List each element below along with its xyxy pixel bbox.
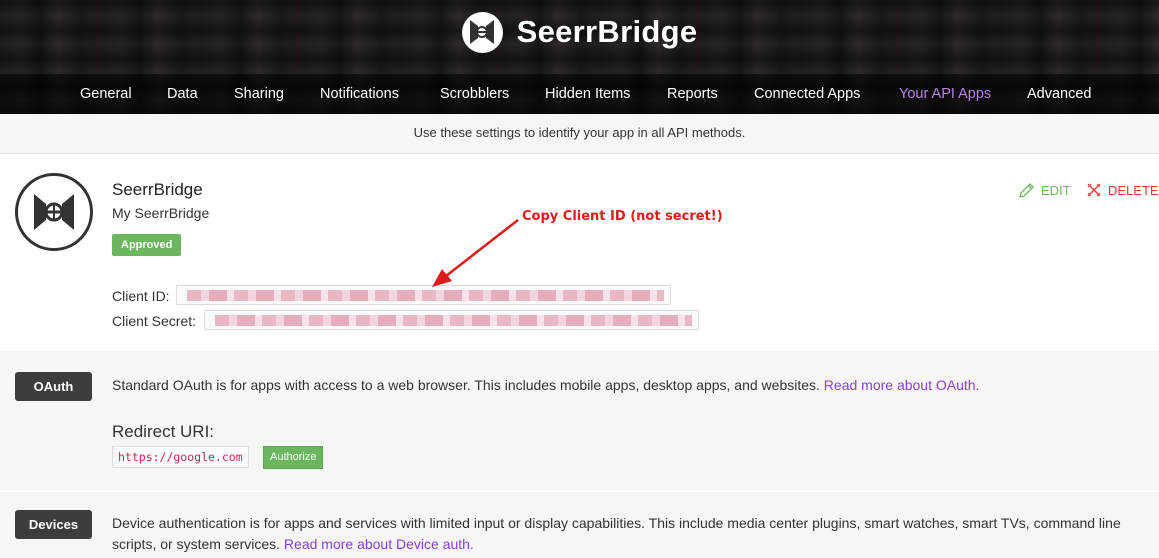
- oauth-section: OAuth Standard OAuth is for apps with ac…: [0, 351, 1159, 490]
- redirect-uri-heading: Redirect URI:: [112, 422, 215, 441]
- oauth-description: Standard OAuth is for apps with access t…: [112, 375, 1142, 396]
- delete-label: DELETE: [1108, 182, 1159, 198]
- tie-fighter-icon: [461, 11, 503, 53]
- authorize-button[interactable]: Authorize: [263, 446, 324, 469]
- app-logo-icon: [15, 173, 93, 251]
- app-description: My SeerrBridge: [112, 205, 210, 221]
- client-id-field[interactable]: [176, 285, 671, 305]
- nav-notifications[interactable]: Notifications: [320, 86, 399, 102]
- pencil-icon: [1019, 183, 1034, 198]
- devices-section: Devices Device authentication is for app…: [0, 490, 1159, 558]
- nav-advanced[interactable]: Advanced: [1027, 86, 1092, 102]
- devices-pill: Devices: [15, 510, 92, 539]
- nav-hidden-items[interactable]: Hidden Items: [545, 86, 630, 102]
- settings-nav: General Data Sharing Notifications Scrob…: [0, 74, 1159, 114]
- status-badge: Approved: [112, 234, 182, 256]
- nav-scrobblers[interactable]: Scrobblers: [440, 86, 509, 102]
- client-id-label: Client ID:: [112, 288, 170, 304]
- app-name: SeerrBridge: [112, 180, 203, 199]
- brand-name: SeerrBridge: [516, 14, 698, 49]
- close-icon: [1087, 183, 1101, 197]
- edit-label: EDIT: [1041, 183, 1071, 198]
- client-secret-label: Client Secret:: [112, 313, 197, 329]
- client-secret-field[interactable]: [204, 310, 699, 330]
- annotation-text: Copy Client ID (not secret!): [522, 209, 723, 224]
- nav-sharing[interactable]: Sharing: [234, 86, 284, 102]
- oauth-read-more-link[interactable]: Read more about OAuth.: [824, 377, 980, 393]
- nav-general[interactable]: General: [80, 86, 132, 102]
- client-secret-redacted: [215, 315, 692, 326]
- edit-button[interactable]: EDIT: [1018, 182, 1071, 199]
- nav-data[interactable]: Data: [167, 86, 198, 102]
- info-bar: Use these settings to identify your app …: [0, 114, 1159, 154]
- oauth-text: Standard OAuth is for apps with access t…: [112, 377, 820, 393]
- devices-description: Device authentication is for apps and se…: [112, 513, 1142, 555]
- app-card: SeerrBridge My SeerrBridge Approved EDIT…: [0, 154, 1159, 351]
- devices-read-more-link[interactable]: Read more about Device auth.: [284, 536, 474, 552]
- brand[interactable]: SeerrBridge: [0, 10, 1159, 54]
- devices-text: Device authentication is for apps and se…: [112, 515, 1121, 552]
- site-header: SeerrBridge General Data Sharing Notific…: [0, 0, 1159, 114]
- client-id-redacted: [187, 290, 664, 301]
- delete-button[interactable]: DELETE: [1086, 182, 1159, 198]
- oauth-pill: OAuth: [15, 372, 92, 401]
- nav-your-api-apps[interactable]: Your API Apps: [899, 86, 991, 102]
- nav-reports[interactable]: Reports: [667, 86, 718, 102]
- nav-connected-apps[interactable]: Connected Apps: [754, 86, 860, 102]
- redirect-uri-value: https://google.com: [112, 446, 249, 468]
